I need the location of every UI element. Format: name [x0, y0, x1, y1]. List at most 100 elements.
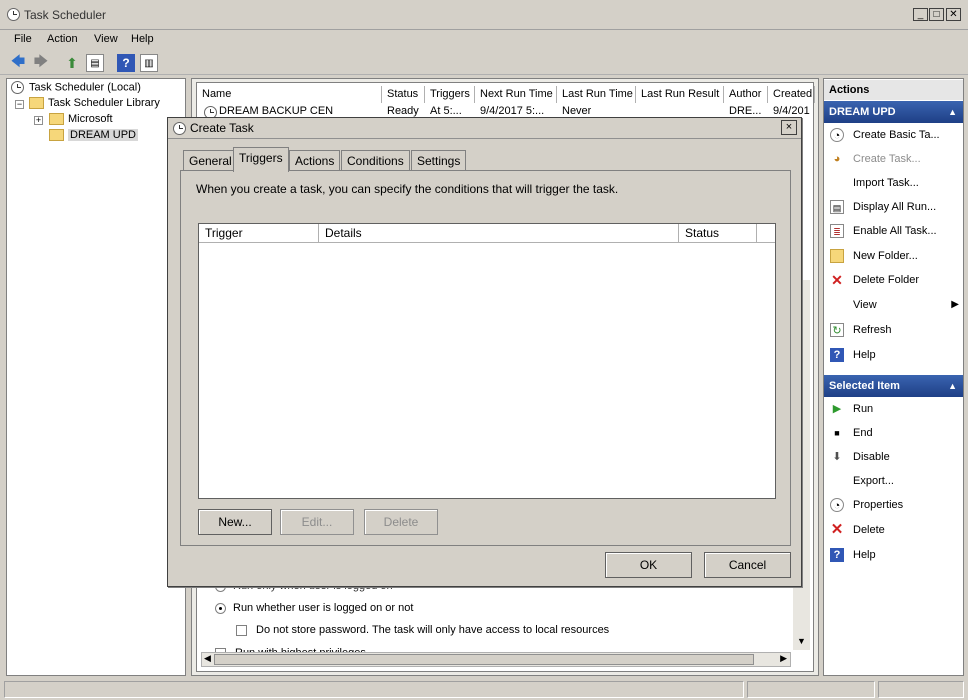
horizontal-scrollbar[interactable]: ◀ ▶ [201, 652, 791, 667]
up-folder-icon[interactable]: ⬆ [63, 54, 81, 72]
show-hide-tree-icon[interactable]: ▤ [86, 54, 104, 72]
tree-node-dream-upd[interactable]: DREAM UPD [49, 129, 139, 142]
menu-help[interactable]: Help [131, 33, 154, 45]
row-created: 9/4/201 [773, 105, 810, 117]
row-author: DRE... [729, 105, 762, 117]
help-icon[interactable]: ? [117, 54, 135, 72]
task-scheduler-icon [7, 8, 20, 21]
end-icon: ■ [834, 428, 840, 439]
col-last-run[interactable]: Last Run Time [557, 86, 636, 103]
action-refresh[interactable]: ↻ Refresh [830, 320, 961, 340]
collapse-library-icon[interactable]: − [15, 100, 24, 109]
tree-node-library[interactable]: Task Scheduler Library [29, 97, 160, 110]
dialog-titlebar: Create Task × [168, 118, 801, 139]
close-button[interactable]: ✕ [946, 8, 961, 21]
col-triggers[interactable]: Triggers [425, 86, 475, 103]
tab-settings[interactable]: Settings [411, 150, 467, 171]
row-triggers: At 5:... [430, 105, 462, 117]
action-disable[interactable]: ⬇ Disable [830, 447, 961, 467]
action-run[interactable]: ▶ Run [830, 399, 961, 419]
col-next-run[interactable]: Next Run Time [475, 86, 557, 103]
run-icon: ▶ [832, 403, 842, 416]
action-properties[interactable]: ◔ Properties [830, 495, 961, 515]
maximize-button[interactable]: □ [929, 8, 944, 21]
action-label: New Folder... [853, 250, 918, 262]
actions-section-dream-upd[interactable]: DREAM UPD ▲ [824, 101, 963, 123]
collapse-icon[interactable]: ▲ [948, 101, 957, 123]
scroll-left-icon[interactable]: ◀ [204, 653, 211, 664]
ok-button[interactable]: OK [605, 552, 692, 578]
action-create-basic-task[interactable]: ◔ Create Basic Ta... [830, 125, 961, 145]
show-hide-action-pane-icon[interactable]: ▥ [140, 54, 158, 72]
col-author[interactable]: Author [724, 86, 768, 103]
menu-file[interactable]: File [14, 33, 32, 45]
tab-general[interactable]: General [183, 150, 238, 171]
navigation-tree: Task Scheduler (Local) − Task Scheduler … [6, 78, 186, 676]
folder-icon [49, 129, 64, 142]
triggers-table[interactable]: Trigger Details Status [198, 223, 776, 499]
action-export[interactable]: Export... [830, 471, 961, 491]
action-label: Export... [853, 475, 894, 487]
dialog-close-button[interactable]: × [781, 120, 797, 135]
new-folder-icon [830, 249, 844, 264]
action-delete[interactable]: ✕ Delete [830, 520, 961, 540]
task-icon [173, 122, 186, 135]
option-label: Do not store password. The task will onl… [256, 624, 610, 636]
expand-microsoft-icon[interactable]: + [34, 116, 43, 125]
radio-selected-icon [215, 602, 226, 614]
action-display-all-running[interactable]: ▤ Display All Run... [830, 197, 961, 217]
cancel-button[interactable]: Cancel [704, 552, 791, 578]
tree-label-local: Task Scheduler (Local) [29, 81, 141, 94]
action-label: Create Task... [853, 153, 921, 165]
tree-label-dream-upd: DREAM UPD [68, 129, 139, 141]
action-label: Delete Folder [853, 274, 920, 286]
col-status[interactable]: Status [679, 224, 757, 243]
forward-arrow-icon[interactable]: 🡆 [32, 53, 50, 72]
action-help[interactable]: ? Help [830, 345, 961, 365]
col-created[interactable]: Created [768, 86, 815, 103]
action-create-task[interactable]: ◕ Create Task... [830, 149, 961, 169]
col-name[interactable]: Name [197, 86, 382, 103]
edit-trigger-button[interactable]: Edit... [280, 509, 354, 535]
menu-action[interactable]: Action [47, 33, 78, 45]
col-details[interactable]: Details [319, 224, 679, 243]
window-title: Task Scheduler [24, 8, 107, 22]
action-label: Refresh [853, 324, 892, 336]
action-label: Properties [853, 499, 904, 511]
back-arrow-icon[interactable]: 🡄 [9, 53, 27, 72]
action-import-task[interactable]: Import Task... [830, 173, 961, 193]
menu-bar: File Action View Help [0, 30, 968, 50]
action-label: Delete [853, 524, 885, 536]
action-end[interactable]: ■ End [830, 423, 961, 443]
scroll-thumb[interactable] [214, 654, 754, 665]
status-panel [878, 681, 964, 698]
scroll-down-icon[interactable]: ▼ [797, 636, 806, 646]
help-icon: ? [830, 348, 844, 363]
col-status[interactable]: Status [382, 86, 425, 103]
tree-node-local[interactable]: Task Scheduler (Local) [11, 81, 141, 94]
action-enable-all-task-history[interactable]: ≣ Enable All Task... [830, 221, 961, 241]
tree-node-microsoft[interactable]: Microsoft [49, 113, 113, 126]
delete-trigger-button[interactable]: Delete [364, 509, 438, 535]
action-view[interactable]: View ▶ [830, 295, 961, 315]
new-trigger-button[interactable]: New... [198, 509, 272, 535]
tab-conditions[interactable]: Conditions [341, 150, 410, 171]
minimize-button[interactable]: _ [913, 8, 928, 21]
checkbox-icon [236, 624, 247, 636]
tab-actions[interactable]: Actions [289, 150, 341, 171]
action-new-folder[interactable]: New Folder... [830, 246, 961, 266]
properties-icon: ◔ [830, 498, 844, 513]
collapse-icon[interactable]: ▲ [948, 375, 957, 397]
submenu-arrow-icon: ▶ [951, 299, 959, 310]
option-no-store-password[interactable]: Do not store password. The task will onl… [236, 624, 609, 636]
col-trigger[interactable]: Trigger [199, 224, 319, 243]
action-delete-folder[interactable]: ✕ Delete Folder [830, 270, 961, 290]
scroll-right-icon[interactable]: ▶ [780, 653, 787, 664]
action-label: Help [853, 349, 876, 361]
option-run-whether[interactable]: Run whether user is logged on or not [215, 602, 413, 614]
actions-section-selected-item[interactable]: Selected Item ▲ [824, 375, 963, 397]
col-last-result[interactable]: Last Run Result [636, 86, 724, 103]
tab-triggers[interactable]: Triggers [233, 147, 289, 172]
menu-view[interactable]: View [94, 33, 118, 45]
action-help-selected[interactable]: ? Help [830, 545, 961, 565]
